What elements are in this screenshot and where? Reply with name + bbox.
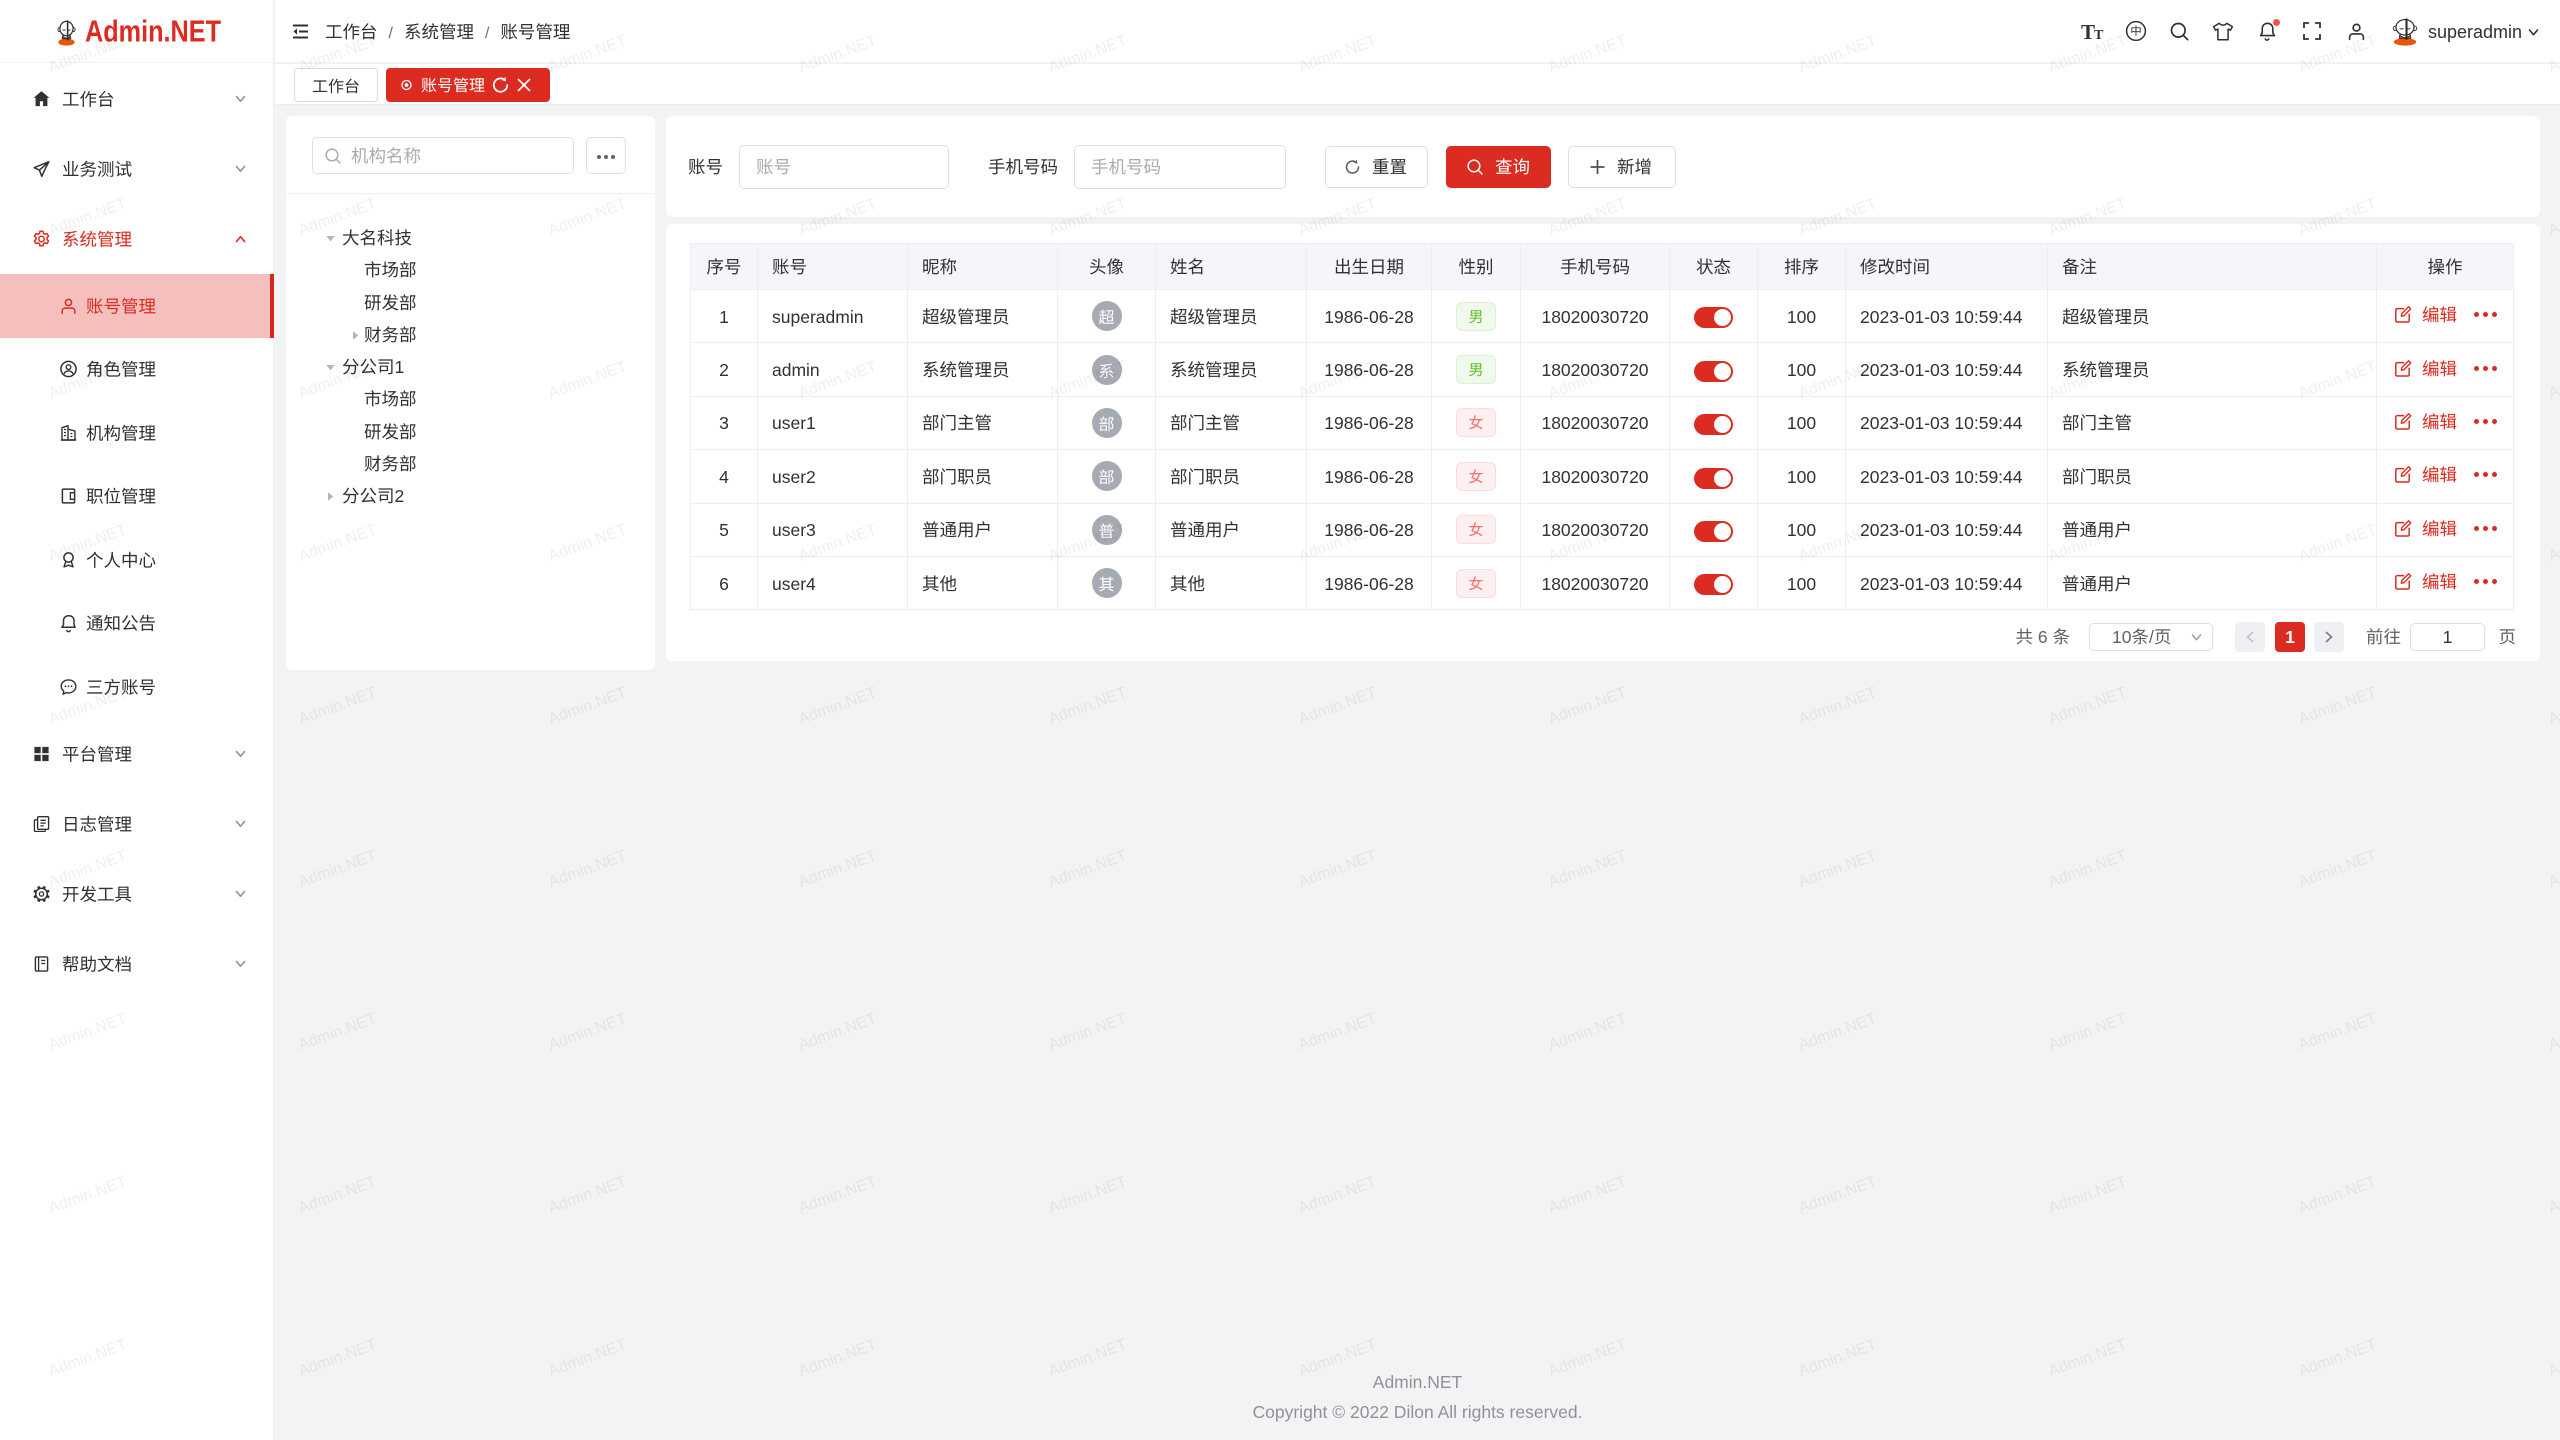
svg-text:Admin.NET: Admin.NET — [85, 15, 221, 49]
svg-text:中: 中 — [2130, 23, 2142, 39]
